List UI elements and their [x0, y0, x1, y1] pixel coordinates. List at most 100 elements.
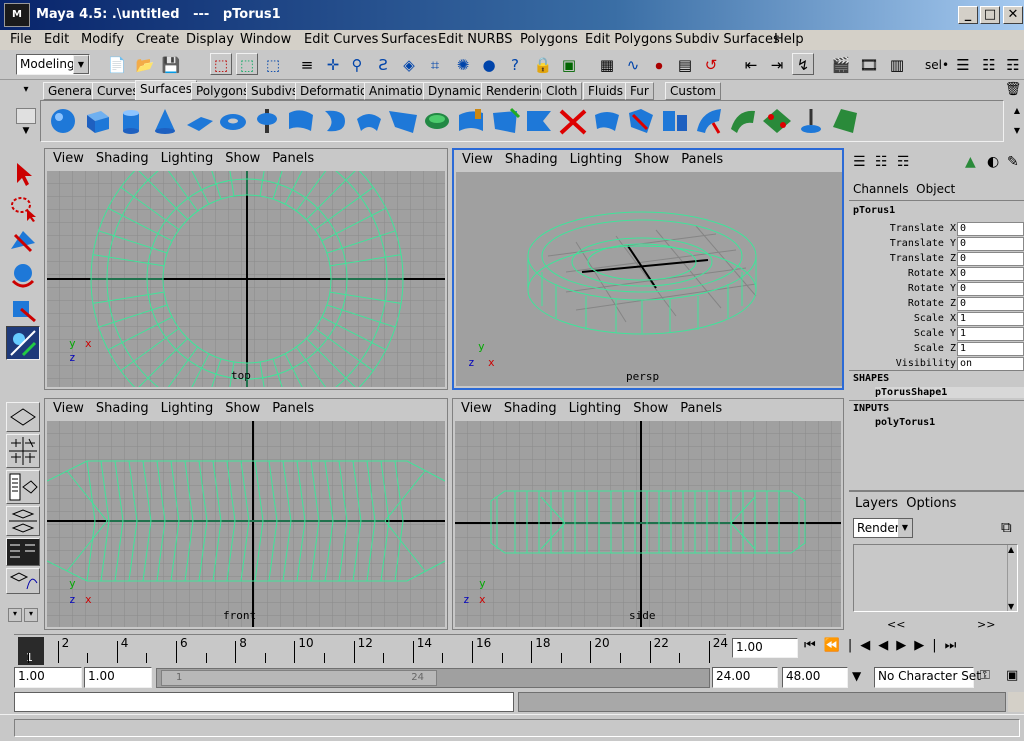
step-forward-frame-icon[interactable]: ▶| — [914, 638, 944, 653]
snap-view-plane-icon[interactable]: ◈ — [398, 53, 420, 75]
chevron-down-icon[interactable]: ▼ — [73, 55, 89, 74]
channel-row[interactable]: Rotate Z0 — [849, 297, 1024, 312]
tab-polygons[interactable]: Polygons — [191, 82, 255, 100]
vp-menu-lighting[interactable]: Lighting — [570, 152, 623, 167]
maya-logo-icon[interactable]: M — [4, 3, 30, 27]
menu-modify[interactable]: Modify — [81, 32, 124, 47]
start-time-field[interactable]: 1.00 — [14, 667, 82, 688]
viewport-top[interactable]: View Shading Lighting Show Panels top z y x — [44, 148, 448, 390]
layer-list[interactable] — [853, 544, 1018, 612]
layer-scroll-right[interactable]: >> — [977, 618, 995, 631]
channel-row[interactable]: Rotate X0 — [849, 267, 1024, 282]
channel-value-field[interactable]: 0 — [957, 237, 1024, 251]
menu-object[interactable]: Object — [916, 182, 955, 196]
scroll-down-icon[interactable]: ▼ — [1008, 602, 1014, 611]
play-forward-icon[interactable]: ▶ — [896, 638, 914, 653]
vp-menu-view[interactable]: View — [53, 151, 84, 166]
tool-settings-icon[interactable]: ◐ — [987, 154, 999, 170]
channel-value-field[interactable]: 0 — [957, 267, 1024, 281]
channel-value-field[interactable]: 1 — [957, 342, 1024, 356]
select-object-icon[interactable]: ⬚ — [236, 53, 258, 75]
scale-tool-icon[interactable] — [6, 292, 40, 326]
play-backward-icon[interactable]: ◀ — [878, 638, 896, 653]
nurbs-sphere-icon[interactable] — [47, 105, 79, 137]
channel-value-field[interactable]: 0 — [957, 282, 1024, 296]
birail-icon[interactable] — [387, 105, 419, 137]
vp-menu-shading[interactable]: Shading — [504, 401, 557, 416]
revolve-icon[interactable] — [251, 105, 283, 137]
align-icon[interactable] — [659, 105, 691, 137]
tab-cloth[interactable]: Cloth — [541, 82, 583, 100]
select-hierarchy-icon[interactable]: ⬚ — [210, 53, 232, 75]
two-pane-layout-icon[interactable] — [6, 506, 40, 536]
detach-icon[interactable] — [625, 105, 657, 137]
menu-display[interactable]: Display — [186, 32, 234, 47]
channel-value-field[interactable]: 0 — [957, 252, 1024, 266]
make-live-icon[interactable]: ⌗ — [424, 53, 446, 75]
snap-point-icon[interactable]: Ƨ — [372, 53, 394, 75]
vp-menu-shading[interactable]: Shading — [96, 401, 149, 416]
menu-options[interactable]: Options — [906, 496, 956, 511]
menu-edit-polygons[interactable]: Edit Polygons — [585, 32, 672, 47]
range-slider-handle[interactable]: 1 24 — [161, 670, 437, 686]
ipr-render-icon[interactable]: 🎞 — [858, 53, 880, 75]
vp-menu-panels[interactable]: Panels — [272, 151, 314, 166]
single-pane-layout-icon[interactable] — [6, 402, 40, 432]
render-icon[interactable]: ● — [478, 53, 500, 75]
nurbs-cylinder-icon[interactable] — [115, 105, 147, 137]
viewport-persp-canvas[interactable] — [456, 172, 842, 386]
menu-edit-curves[interactable]: Edit Curves — [304, 32, 378, 47]
both-view-icon[interactable]: ☶ — [897, 154, 910, 170]
menu-subdiv-surfaces[interactable]: Subdiv Surfaces — [675, 32, 780, 47]
mode-select[interactable]: Modeling ▼ — [16, 54, 90, 75]
menu-edit-nurbs[interactable]: Edit NURBS — [438, 32, 513, 47]
channel-value-field[interactable]: 1 — [957, 327, 1024, 341]
range-slider[interactable]: 1 24 — [156, 668, 710, 688]
render-frame-icon[interactable]: 🎬 — [830, 53, 852, 75]
vp-menu-view[interactable]: View — [53, 401, 84, 416]
trim-icon[interactable] — [523, 105, 555, 137]
loft-icon[interactable] — [285, 105, 317, 137]
lock-icon[interactable]: 🔒 — [532, 53, 554, 75]
planar-icon[interactable] — [319, 105, 351, 137]
viewport-top-canvas[interactable] — [47, 171, 445, 387]
menu-layers[interactable]: Layers — [855, 496, 898, 511]
tab-custom[interactable]: Custom — [665, 82, 721, 100]
attribute-editor-toggle-icon[interactable]: ☷ — [978, 53, 1000, 75]
command-input[interactable] — [14, 692, 514, 712]
shelf-scroll-up-icon[interactable]: ▲ — [1009, 103, 1024, 119]
vp-menu-show[interactable]: Show — [225, 401, 260, 416]
current-time-field[interactable]: 1.00 — [732, 638, 798, 658]
anim-prefs-icon[interactable]: ▣ — [1006, 668, 1018, 683]
snap-menu-icon[interactable]: ≡ — [296, 53, 318, 75]
square-surface-icon[interactable] — [455, 105, 487, 137]
maximize-button[interactable]: □ — [980, 6, 1000, 24]
viewport-persp[interactable]: View Shading Lighting Show Panels persp z y … — [452, 148, 844, 390]
shelf-scroll-down-icon[interactable]: ▼ — [1009, 123, 1024, 139]
channel-row[interactable]: Scale X1 — [849, 312, 1024, 327]
input-ops-icon[interactable]: ⇤ — [740, 53, 762, 75]
menu-surfaces[interactable]: Surfaces — [381, 32, 437, 47]
shelf-toggle-icon[interactable] — [16, 108, 36, 124]
channel-row[interactable]: Scale Y1 — [849, 327, 1024, 342]
persp-graph-layout-icon[interactable] — [6, 568, 40, 594]
nurbs-cone-icon[interactable] — [149, 105, 181, 137]
brush-icon[interactable]: ✎ — [1007, 154, 1019, 170]
nurbs-torus-icon[interactable] — [217, 105, 249, 137]
vp-menu-shading[interactable]: Shading — [505, 152, 558, 167]
construction-history-icon[interactable]: ✺ — [452, 53, 474, 75]
channels-view-icon[interactable]: ☰ — [853, 154, 866, 170]
grid-snap-icon[interactable]: ▦ — [596, 53, 618, 75]
select-tool-icon[interactable] — [6, 156, 40, 190]
vp-menu-shading[interactable]: Shading — [96, 151, 149, 166]
tab-fluids[interactable]: Fluids — [583, 82, 629, 100]
selection-mask-icon[interactable]: ▣ — [558, 53, 580, 75]
shape-name[interactable]: pTorusShape1 — [875, 387, 1024, 398]
boundary-icon[interactable] — [421, 105, 453, 137]
step-back-frame-icon[interactable]: |◀ — [848, 638, 878, 653]
layer-scroll-left[interactable]: << — [887, 618, 905, 631]
vp-menu-lighting[interactable]: Lighting — [569, 401, 622, 416]
new-layer-icon[interactable]: ⧉ — [1001, 518, 1012, 536]
channel-value-field[interactable]: on — [957, 357, 1024, 371]
snap-curve-icon[interactable]: ⚲ — [346, 53, 368, 75]
